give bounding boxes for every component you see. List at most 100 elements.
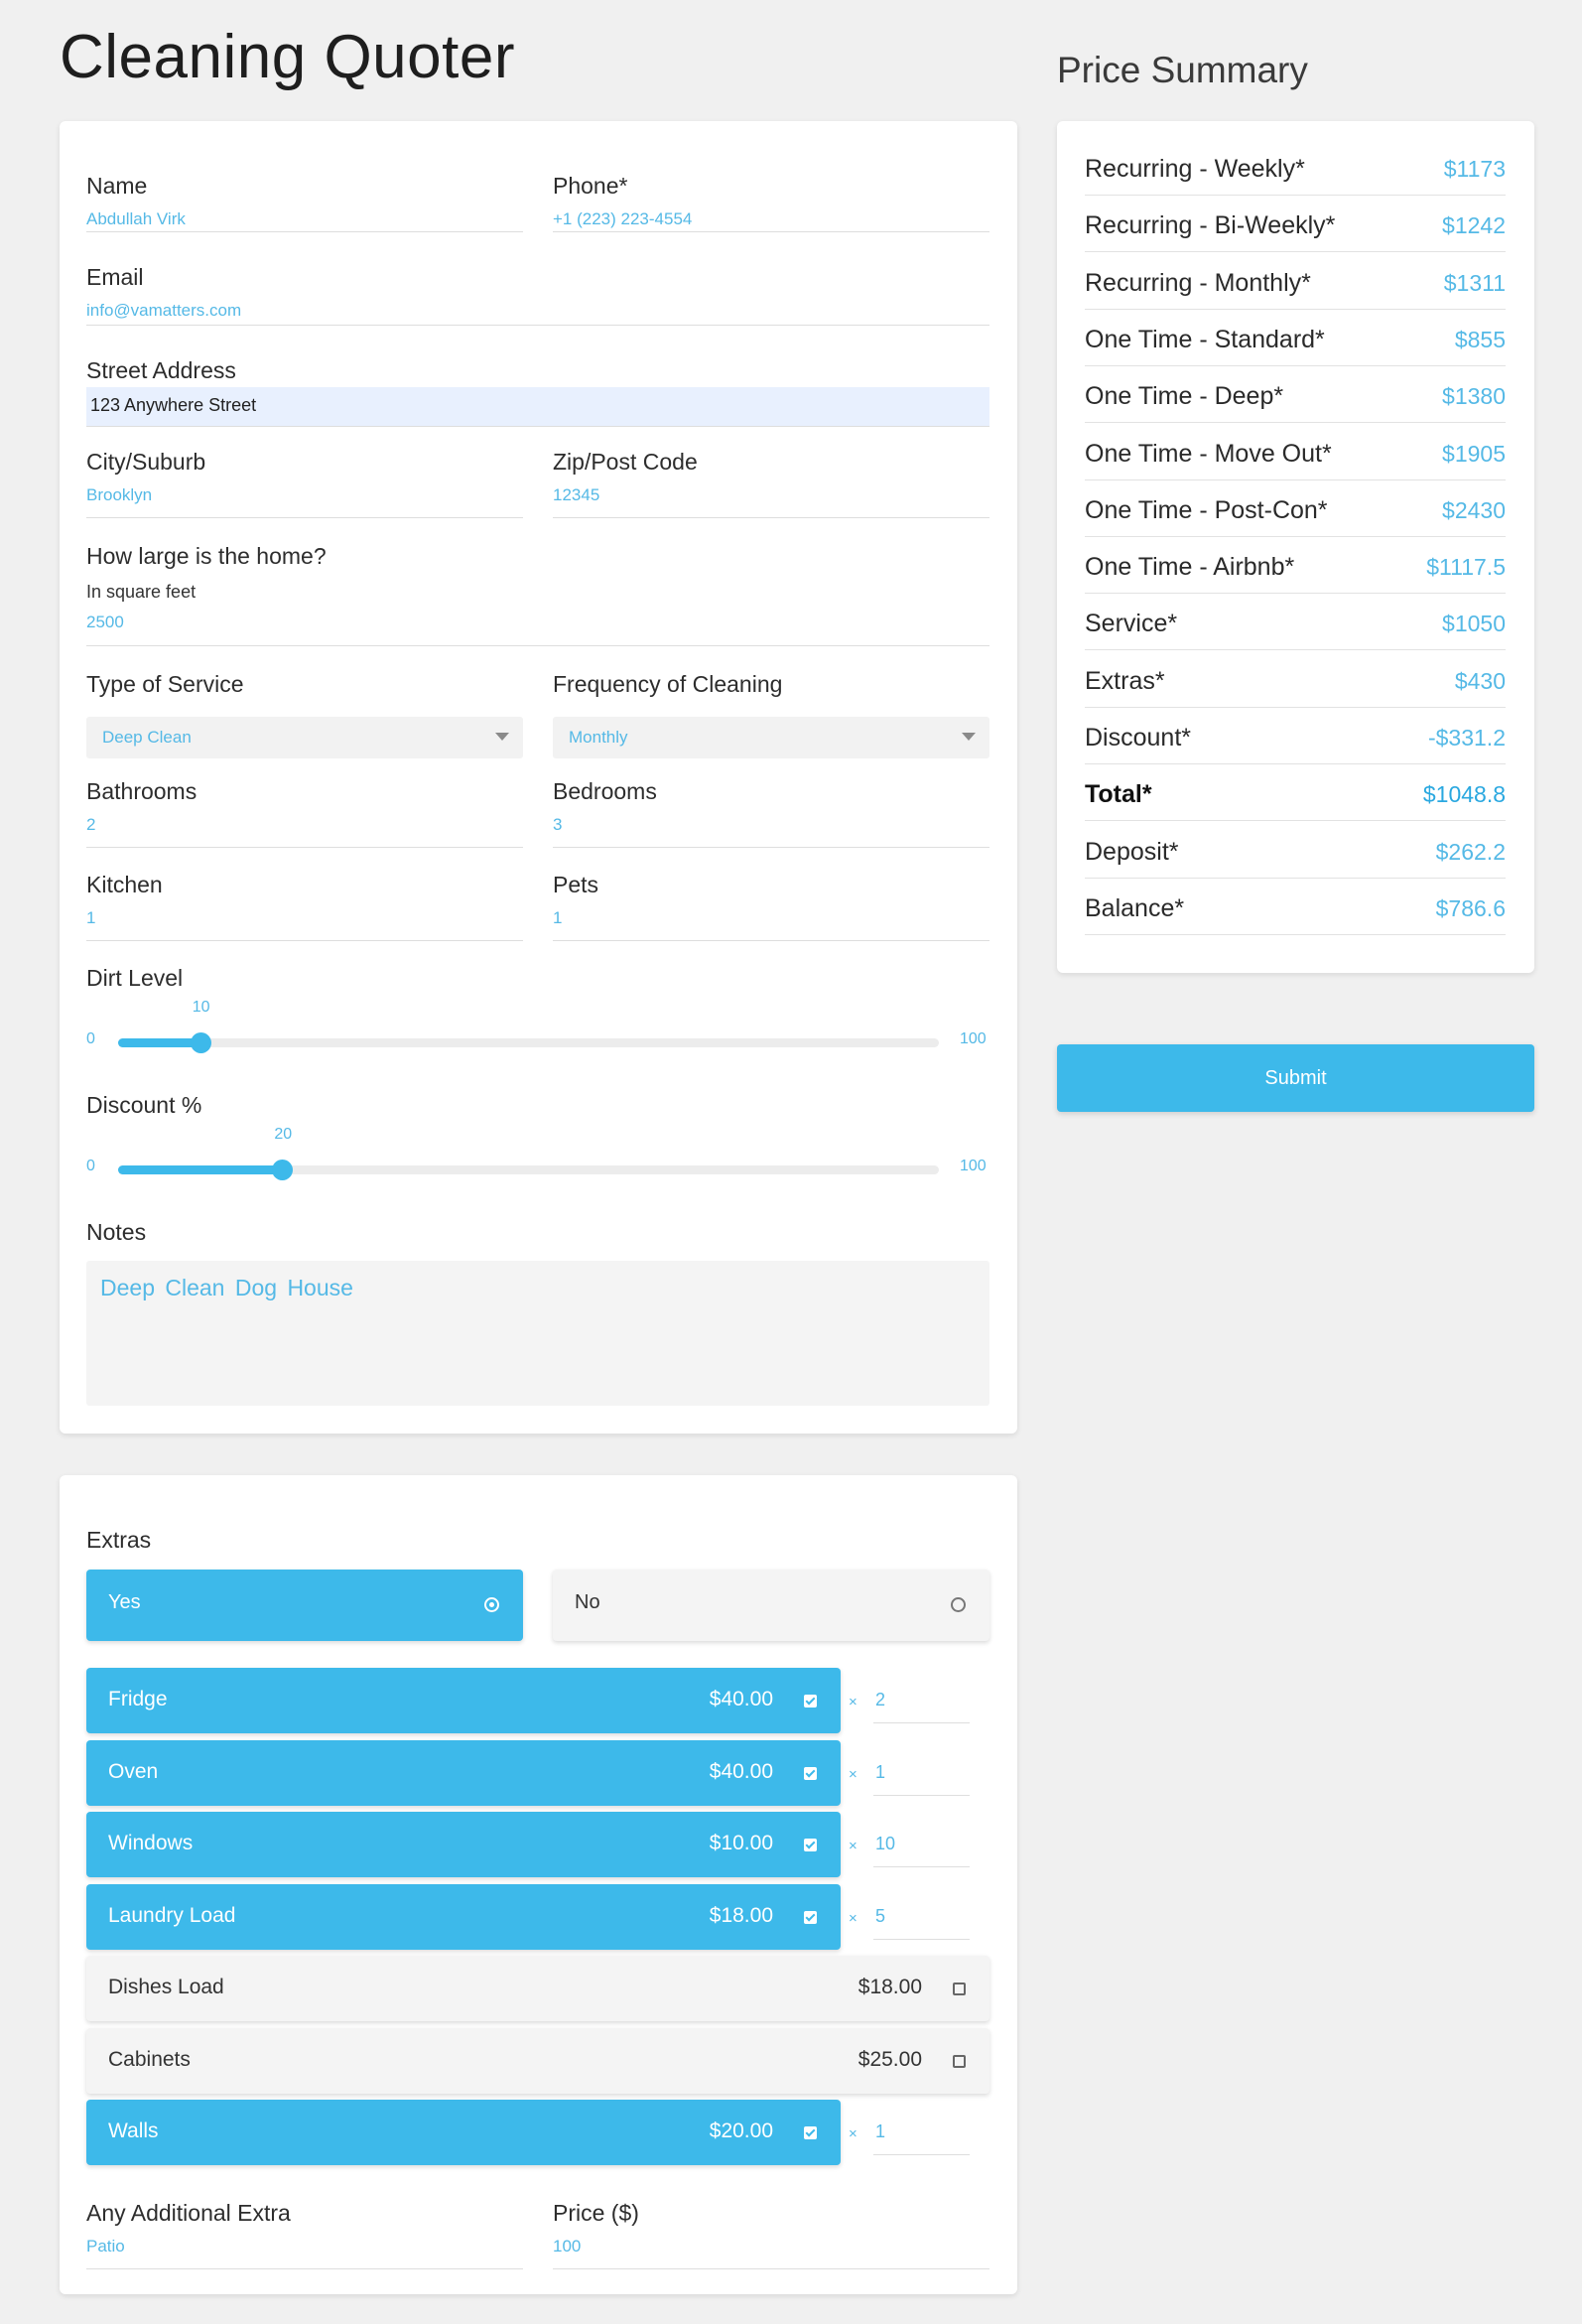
email-field[interactable]: Email info@vamatters.com [86,264,989,326]
dirt-level-track[interactable] [118,1038,939,1047]
discount-thumb[interactable] [272,1160,294,1180]
summary-row-label: Recurring - Bi-Weekly* [1085,211,1336,240]
chevron-down-icon [495,733,509,741]
extra-item-toggle[interactable]: Fridge $40.00 [86,1668,841,1733]
bedrooms-underline [553,847,989,848]
radio-unselected-icon [951,1597,966,1612]
extra-item-price: $25.00 [857,2047,922,2071]
extra-item-toggle[interactable]: Walls $20.00 [86,2100,841,2165]
additional-extra-value[interactable]: Patio [86,2237,523,2256]
zip-field[interactable]: Zip/Post Code 12345 [553,449,989,518]
dirt-level-slider[interactable]: 0 10 100 [86,999,1049,1058]
checkbox-checked-icon[interactable] [804,1910,817,1924]
summary-row-value: $1311 [1443,269,1506,296]
dirt-level-max: 100 [960,1030,987,1047]
phone-underline [553,231,989,232]
email-value[interactable]: info@vamatters.com [86,301,989,321]
pets-value[interactable]: 1 [553,908,989,928]
multiply-icon: × [849,1765,857,1783]
additional-extra-field[interactable]: Any Additional Extra Patio [86,2200,523,2269]
checkbox-unchecked-icon[interactable] [953,2054,966,2068]
extra-item-name: Walls [108,2119,159,2142]
extra-item-row: Windows $10.00 × 10 [86,1812,989,1877]
checkbox-checked-icon[interactable] [804,1695,817,1708]
home-size-field[interactable]: How large is the home? In square feet 25… [86,543,989,646]
extra-item-quantity-value[interactable]: 5 [875,1906,885,1927]
city-value[interactable]: Brooklyn [86,485,523,505]
extra-item-quantity-value[interactable]: 1 [875,2121,885,2142]
extra-item-toggle[interactable]: Cabinets $25.00 [86,2027,989,2094]
street-address-input[interactable]: 123 Anywhere Street [86,387,989,427]
kitchen-field[interactable]: Kitchen 1 [86,872,523,941]
extra-item-quantity[interactable]: × 1 [849,2121,970,2155]
extras-card: Extras Yes No Fridge $40.00 × 2 Oven $40.00 × 1… [60,1475,1017,2294]
bathrooms-field[interactable]: Bathrooms 2 [86,778,523,848]
extras-no-radio[interactable]: No [553,1570,989,1641]
extras-yes-radio[interactable]: Yes [86,1570,523,1641]
additional-price-value[interactable]: 100 [553,2237,989,2256]
extra-item-toggle[interactable]: Laundry Load $18.00 [86,1883,841,1950]
pets-field[interactable]: Pets 1 [553,872,989,941]
name-label: Name [86,173,148,199]
dirt-level-label: Dirt Level [86,965,184,991]
extras-label-wrap: Extras [86,1527,384,1557]
extra-item-name: Laundry Load [108,1903,236,1927]
extra-item-quantity-value[interactable]: 1 [875,1762,885,1783]
phone-value[interactable]: +1 (223) 223-4554 [553,209,989,229]
notes-textarea[interactable]: Deep Clean Dog House [86,1261,989,1406]
checkbox-checked-icon[interactable] [804,2126,817,2139]
checkbox-checked-icon[interactable] [804,1766,817,1780]
checkbox-unchecked-icon[interactable] [953,1982,966,1995]
summary-row: One Time - Airbnb* $1117.5 [1085,537,1506,595]
extra-item-row: Walls $20.00 × 1 [86,2100,989,2165]
city-field[interactable]: City/Suburb Brooklyn [86,449,523,518]
extra-item-quantity[interactable]: × 10 [849,1834,970,1867]
extra-item-row: Fridge $40.00 × 2 [86,1668,989,1733]
summary-row: Extras* $430 [1085,651,1506,708]
zip-label: Zip/Post Code [553,449,698,475]
street-label-wrap: Street Address [86,357,523,387]
extra-item-quantity[interactable]: × 1 [849,1762,970,1796]
summary-row: One Time - Move Out* $1905 [1085,424,1506,480]
extras-yes-label: Yes [108,1591,141,1613]
service-type-label: Type of Service [86,671,244,697]
extra-item-quantity[interactable]: × 5 [849,1906,970,1940]
extra-item-quantity-value[interactable]: 2 [875,1690,885,1710]
extra-item-toggle[interactable]: Oven $40.00 [86,1739,841,1806]
extra-item-quantity-value[interactable]: 10 [875,1834,895,1854]
summary-row-label: Service* [1085,610,1178,638]
checkbox-checked-icon[interactable] [804,1839,817,1851]
discount-slider[interactable]: 0 20 100 [86,1126,1049,1185]
frequency-select[interactable]: Monthly [553,717,989,758]
kitchen-underline [86,940,523,941]
bathrooms-value[interactable]: 2 [86,815,523,835]
kitchen-value[interactable]: 1 [86,908,523,928]
name-field[interactable]: Name Abdullah Virk [86,173,523,232]
submit-button[interactable]: Submit [1057,1044,1534,1112]
street-label: Street Address [86,357,236,383]
additional-price-field[interactable]: Price ($) 100 [553,2200,989,2269]
extra-item-name: Oven [108,1759,159,1783]
zip-value[interactable]: 12345 [553,485,989,505]
extra-item-toggle[interactable]: Dishes Load $18.00 [86,1956,989,2021]
summary-row-value: $786.6 [1435,894,1506,921]
summary-row-label: Balance* [1085,893,1185,922]
dirt-level-thumb[interactable] [190,1032,211,1053]
quantity-underline [873,1794,970,1796]
extra-item-row: Dishes Load $18.00 [86,1956,989,2021]
extra-item-quantity[interactable]: × 2 [849,1690,970,1723]
extra-item-row: Cabinets $25.00 [86,2027,989,2094]
bedrooms-field[interactable]: Bedrooms 3 [553,778,989,848]
phone-field[interactable]: Phone* +1 (223) 223-4554 [553,173,989,232]
multiply-icon: × [849,2125,857,2142]
service-type-selected: Deep Clean [102,728,192,747]
extra-item-price: $18.00 [709,1903,773,1927]
name-value[interactable]: Abdullah Virk [86,209,523,229]
service-type-label-wrap: Type of Service [86,671,523,701]
extra-item-toggle[interactable]: Windows $10.00 [86,1812,841,1877]
home-size-label: How large is the home? [86,543,327,569]
city-underline [86,517,523,518]
home-size-value[interactable]: 2500 [86,613,989,632]
bedrooms-value[interactable]: 3 [553,815,989,835]
service-type-select[interactable]: Deep Clean [86,717,523,758]
